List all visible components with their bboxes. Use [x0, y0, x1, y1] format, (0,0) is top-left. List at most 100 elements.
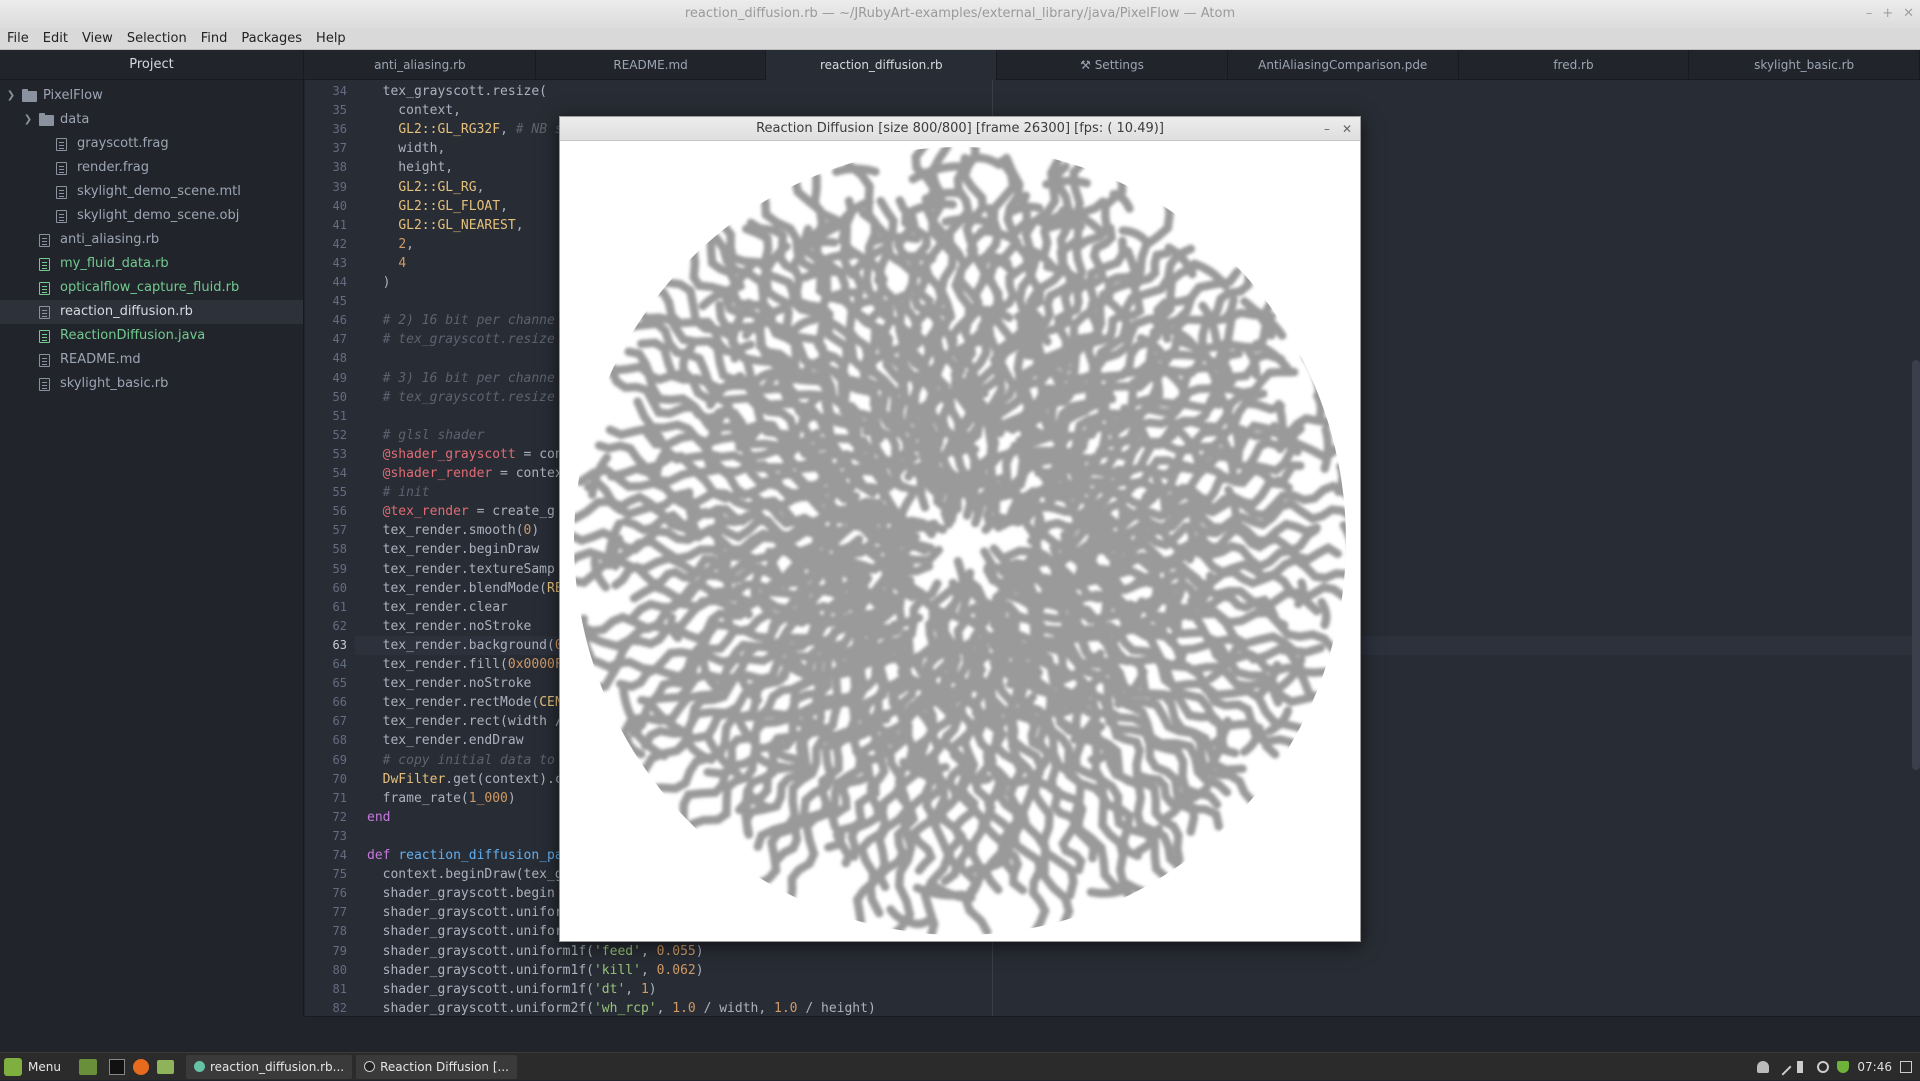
- files-icon[interactable]: [156, 1059, 174, 1074]
- code-line[interactable]: tex_render.beginDraw: [367, 540, 540, 559]
- menu-file[interactable]: File: [0, 31, 36, 46]
- code-line[interactable]: tex_grayscott.resize(: [367, 82, 547, 101]
- tab-antialiasing-comparison[interactable]: AntiAliasingComparison.pde: [1228, 50, 1459, 80]
- menu-packages[interactable]: Packages: [234, 31, 309, 46]
- code-line[interactable]: # copy initial data to: [367, 751, 555, 770]
- close-window-button[interactable]: ✕: [1342, 117, 1352, 141]
- tree-file-new[interactable]: opticalflow_capture_fluid.rb: [0, 276, 303, 300]
- pen-icon[interactable]: [1774, 1058, 1792, 1076]
- tree-folder-data[interactable]: ❯ data: [0, 108, 303, 132]
- line-number: 79: [332, 944, 347, 958]
- tab-reaction-diffusion[interactable]: reaction_diffusion.rb: [766, 50, 998, 80]
- code-line[interactable]: tex_render.rect(width /: [367, 712, 563, 731]
- code-line[interactable]: tex_render.fill(0x0000F: [367, 655, 563, 674]
- tree-file[interactable]: grayscott.frag: [0, 132, 303, 156]
- task-atom[interactable]: reaction_diffusion.rb...: [185, 1054, 353, 1079]
- maximize-window-button[interactable]: +: [1882, 0, 1893, 28]
- code-line[interactable]: tex_render.textureSamp: [367, 560, 555, 579]
- tree-file[interactable]: skylight_basic.rb: [0, 372, 303, 396]
- code-line[interactable]: tex_render.endDraw: [367, 731, 524, 750]
- menu-edit[interactable]: Edit: [36, 31, 75, 46]
- menu-help[interactable]: Help: [309, 31, 353, 46]
- code-line[interactable]: @tex_render = create_g: [367, 502, 555, 521]
- tree-file[interactable]: skylight_demo_scene.mtl: [0, 180, 303, 204]
- tab-readme[interactable]: README.md: [536, 50, 767, 80]
- pattern-worm: [1169, 606, 1182, 642]
- desktop-icon[interactable]: [1900, 1061, 1912, 1073]
- menu-find[interactable]: Find: [194, 31, 235, 46]
- code-line[interactable]: # 3) 16 bit per channe: [367, 369, 555, 388]
- code-line[interactable]: # glsl shader: [367, 426, 485, 445]
- code-line[interactable]: def reaction_diffusion_pa: [367, 846, 563, 865]
- code-line[interactable]: end: [367, 808, 390, 827]
- code-line[interactable]: shader_grayscott.uniform1f('feed', 0.055…: [367, 942, 704, 961]
- tree-file-new[interactable]: my_fluid_data.rb: [0, 252, 303, 276]
- code-line[interactable]: # tex_grayscott.resize: [367, 388, 555, 407]
- firefox-icon[interactable]: [132, 1058, 149, 1075]
- code-line[interactable]: tex_render.noStroke: [367, 617, 532, 636]
- code-line[interactable]: frame_rate(1_000): [367, 789, 516, 808]
- code-line[interactable]: @shader_grayscott = con: [367, 445, 563, 464]
- code-line[interactable]: tex_render.clear: [367, 598, 508, 617]
- terminal-icon[interactable]: [108, 1058, 125, 1075]
- editor-scrollbar[interactable]: [1912, 360, 1920, 770]
- code-line[interactable]: @shader_render = contex: [367, 464, 563, 483]
- code-line[interactable]: # 2) 16 bit per channe: [367, 311, 555, 330]
- code-line[interactable]: width,: [367, 139, 445, 158]
- show-desktop-icon[interactable]: [78, 1058, 97, 1075]
- tree-file-selected[interactable]: reaction_diffusion.rb: [0, 300, 303, 324]
- code-line[interactable]: GL2::GL_NEAREST,: [367, 216, 523, 235]
- tree-file[interactable]: README.md: [0, 348, 303, 372]
- user-icon[interactable]: [1757, 1061, 1770, 1073]
- menu-view[interactable]: View: [75, 31, 120, 46]
- code-line[interactable]: shader_grayscott.unifor: [367, 922, 563, 941]
- code-line[interactable]: tex_render.rectMode(CEN: [367, 693, 563, 712]
- code-line[interactable]: shader_grayscott.uniform1f('dt', 1): [367, 980, 657, 999]
- minimize-window-button[interactable]: –: [1324, 117, 1330, 141]
- volume-icon[interactable]: [1797, 1061, 1809, 1073]
- start-menu-button[interactable]: Menu: [4, 1055, 61, 1079]
- tree-file[interactable]: render.frag: [0, 156, 303, 180]
- code-line[interactable]: height,: [367, 158, 453, 177]
- menu-selection[interactable]: Selection: [120, 31, 194, 46]
- code-line[interactable]: context.beginDraw(tex_g: [367, 865, 563, 884]
- tree-file-label: reaction_diffusion.rb: [60, 304, 193, 319]
- tab-anti-aliasing[interactable]: anti_aliasing.rb: [305, 50, 536, 80]
- code-line[interactable]: 4: [367, 254, 406, 273]
- tree-file[interactable]: anti_aliasing.rb: [0, 228, 303, 252]
- task-reaction-diffusion[interactable]: Reaction Diffusion [...: [356, 1054, 517, 1079]
- code-line[interactable]: shader_grayscott.unifor: [367, 903, 563, 922]
- minimize-window-button[interactable]: –: [1866, 0, 1873, 28]
- code-line[interactable]: 2,: [367, 235, 414, 254]
- code-line[interactable]: shader_grayscott.begin: [367, 884, 555, 903]
- code-line[interactable]: # init: [367, 483, 430, 502]
- tab-fred[interactable]: fred.rb: [1459, 50, 1690, 80]
- code-line[interactable]: tex_render.background(0: [367, 636, 563, 655]
- brightness-icon[interactable]: [1817, 1061, 1830, 1073]
- code-line[interactable]: tex_render.noStroke: [367, 674, 532, 693]
- code-line[interactable]: shader_grayscott.uniform2f('wh_rcp', 1.0…: [367, 999, 876, 1016]
- sketch-titlebar[interactable]: Reaction Diffusion [size 800/800] [frame…: [560, 117, 1360, 141]
- close-window-button[interactable]: ✕: [1903, 0, 1914, 28]
- code-line[interactable]: shader_grayscott.uniform1f('kill', 0.062…: [367, 961, 704, 980]
- pattern-worm: [710, 407, 724, 440]
- tab-settings[interactable]: ⚒ Settings: [997, 50, 1228, 80]
- code-line[interactable]: GL2::GL_FLOAT,: [367, 197, 508, 216]
- code-line[interactable]: DwFilter.get(context).c: [367, 770, 563, 789]
- code-line[interactable]: # tex_grayscott.resize: [367, 330, 555, 349]
- line-number: 62: [332, 619, 347, 633]
- code-line[interactable]: GL2::GL_RG32F, # NB s: [367, 120, 562, 139]
- code-line[interactable]: context,: [367, 101, 461, 120]
- clock[interactable]: 07:46: [1857, 1060, 1892, 1074]
- sketch-window[interactable]: Reaction Diffusion [size 800/800] [frame…: [559, 116, 1361, 942]
- code-line[interactable]: tex_render.blendMode(RE: [367, 579, 563, 598]
- pattern-worm: [1339, 520, 1346, 562]
- tree-file-new[interactable]: ReactionDiffusion.java: [0, 324, 303, 348]
- code-line[interactable]: tex_render.smooth(0): [367, 521, 540, 540]
- code-line[interactable]: GL2::GL_RG,: [367, 178, 484, 197]
- tree-folder-pixelflow[interactable]: ❯ PixelFlow: [0, 84, 303, 108]
- code-line[interactable]: ): [367, 273, 391, 292]
- tab-skylight-basic[interactable]: skylight_basic.rb: [1689, 50, 1920, 80]
- shield-icon[interactable]: [1837, 1061, 1850, 1073]
- tree-file[interactable]: skylight_demo_scene.obj: [0, 204, 303, 228]
